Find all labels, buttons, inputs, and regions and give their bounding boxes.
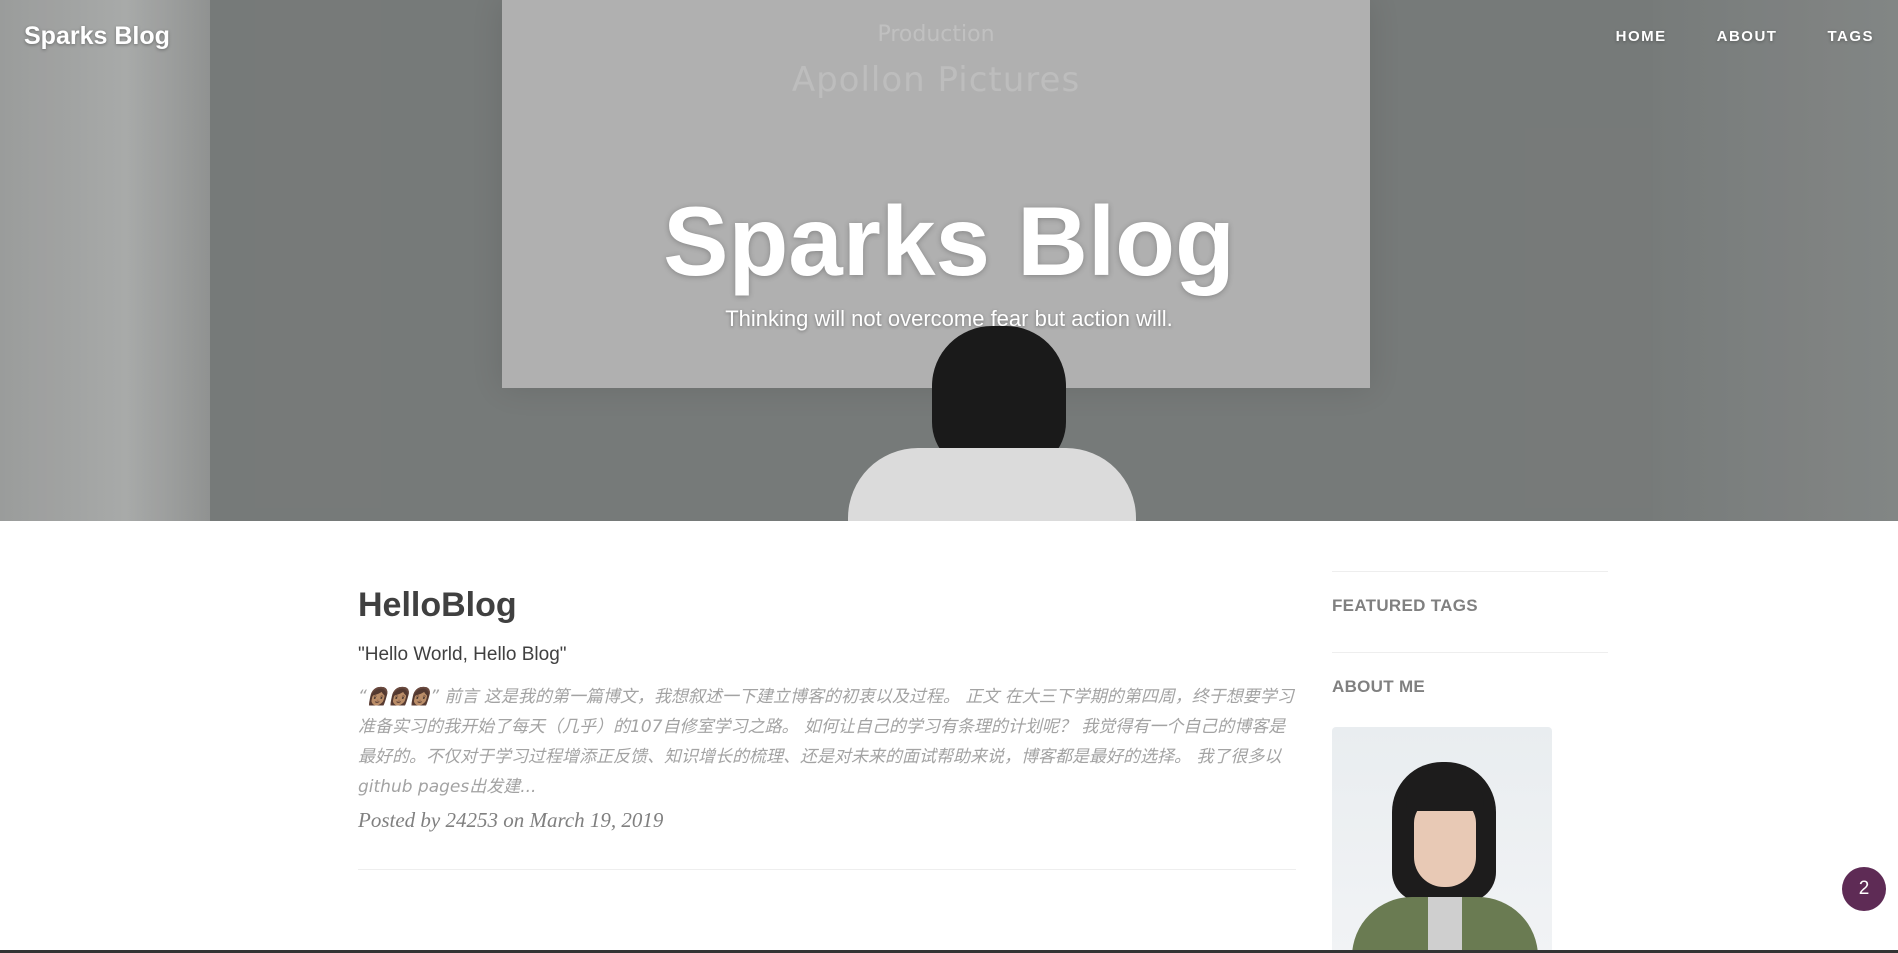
sidebar-divider-top: [1332, 571, 1608, 572]
site-subheading: Thinking will not overcome fear but acti…: [725, 306, 1173, 331]
featured-tags-heading: FEATURED TAGS: [1332, 596, 1478, 615]
post-divider: [358, 869, 1296, 870]
post-subtitle[interactable]: "Hello World, Hello Blog": [358, 642, 1296, 668]
post-preview: HelloBlog "Hello World, Hello Blog" “👩🏽👩…: [358, 580, 1296, 833]
sidebar-divider-middle: [1332, 652, 1608, 653]
nav-about-link[interactable]: ABOUT: [1717, 28, 1778, 45]
nav-home-link[interactable]: HOME: [1616, 28, 1667, 45]
about-me-heading: ABOUT ME: [1332, 677, 1426, 696]
notification-count-badge[interactable]: 2: [1842, 867, 1886, 911]
nav-tags-link[interactable]: TAGS: [1827, 28, 1874, 45]
site-brand-link[interactable]: Sparks Blog: [24, 22, 170, 51]
post-excerpt[interactable]: “👩🏽👩🏽👩🏽” 前言 这是我的第一篇博文，我想叙述一下建立博客的初衷以及过程。…: [358, 682, 1296, 802]
avatar-face: [1414, 799, 1476, 887]
avatar-collar: [1428, 897, 1462, 953]
about-me-avatar: [1332, 727, 1552, 953]
post-title-link[interactable]: HelloBlog: [358, 580, 1296, 630]
post-meta: Posted by 24253 on March 19, 2019: [358, 808, 664, 832]
site-heading: Sparks Blog: [663, 186, 1235, 296]
main-nav: HOME ABOUT TAGS: [1616, 28, 1874, 45]
